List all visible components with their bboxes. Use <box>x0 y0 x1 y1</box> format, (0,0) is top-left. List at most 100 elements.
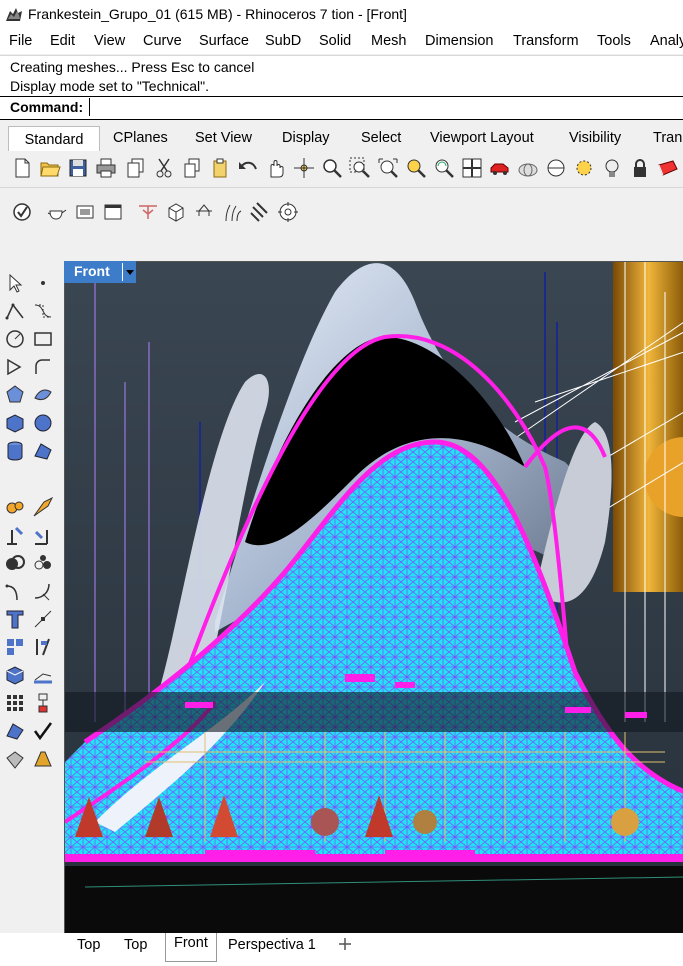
menu-dimension[interactable]: Dimension <box>425 33 494 49</box>
cylinder-icon[interactable] <box>2 438 28 464</box>
pan-hand-icon[interactable] <box>264 156 288 180</box>
light-icon[interactable] <box>30 746 56 772</box>
tab-visibility[interactable]: Visibility <box>569 130 621 146</box>
check-icon[interactable] <box>10 200 34 224</box>
polyline-icon[interactable] <box>2 298 28 324</box>
tab-select[interactable]: Select <box>361 130 401 146</box>
explode-icon[interactable] <box>30 522 56 548</box>
command-history: Creating meshes... Press Esc to cancel D… <box>0 55 683 98</box>
tab-display[interactable]: Display <box>282 130 330 146</box>
tab-transform[interactable]: Tran <box>653 130 682 146</box>
viewport-render <box>65 262 683 934</box>
menu-edit[interactable]: Edit <box>50 33 75 49</box>
render-window-icon[interactable] <box>73 200 97 224</box>
material-icon[interactable] <box>656 156 680 180</box>
viewport-front[interactable] <box>64 261 683 934</box>
new-file-icon[interactable] <box>10 156 34 180</box>
paste-icon[interactable] <box>208 156 232 180</box>
circle-icon[interactable] <box>2 326 28 352</box>
menu-file[interactable]: File <box>9 33 32 49</box>
car-icon[interactable] <box>488 156 512 180</box>
lock-icon[interactable] <box>628 156 652 180</box>
cylinder-slice-icon[interactable] <box>248 200 272 224</box>
tab-front[interactable]: Front <box>165 933 217 962</box>
surface-icon[interactable] <box>30 382 56 408</box>
menu-mesh[interactable]: Mesh <box>371 33 406 49</box>
fillet-icon[interactable] <box>2 382 28 408</box>
tab-cplanes[interactable]: CPlanes <box>113 130 168 146</box>
tab-standard[interactable]: Standard <box>8 126 100 152</box>
target-gizmo-icon[interactable] <box>276 200 300 224</box>
open-file-icon[interactable] <box>38 156 62 180</box>
block-icon[interactable] <box>2 662 28 688</box>
rotate-camera-icon[interactable] <box>432 156 456 180</box>
grass-icon[interactable] <box>220 200 244 224</box>
four-viewports-icon[interactable] <box>460 156 484 180</box>
shaded-sphere-icon[interactable] <box>544 156 568 180</box>
zoom-selected-icon[interactable] <box>404 156 428 180</box>
curve-point-icon[interactable] <box>30 606 56 632</box>
menu-tools[interactable]: Tools <box>597 33 631 49</box>
split-icon[interactable] <box>30 550 56 576</box>
scale-icon[interactable] <box>30 690 56 716</box>
menu-curve[interactable]: Curve <box>143 33 182 49</box>
menu-transform[interactable]: Transform <box>513 33 579 49</box>
grid-array-icon[interactable] <box>2 690 28 716</box>
surface-analysis-icon[interactable] <box>136 200 160 224</box>
menu-analyze[interactable]: Analy <box>650 33 683 49</box>
ungroup-icon[interactable] <box>30 578 56 604</box>
zoom-icon[interactable] <box>320 156 344 180</box>
zoom-window-icon[interactable] <box>348 156 372 180</box>
curve-icon[interactable] <box>30 298 56 324</box>
box-plugin-icon[interactable] <box>164 200 188 224</box>
mesh-icon[interactable] <box>2 746 28 772</box>
gear-icon[interactable] <box>2 522 28 548</box>
menu-solid[interactable]: Solid <box>319 33 351 49</box>
chevron-down-icon[interactable] <box>122 263 137 281</box>
extrude-icon[interactable] <box>2 494 28 520</box>
checkmark-icon[interactable] <box>30 718 56 744</box>
viewport-title[interactable]: Front <box>64 261 136 283</box>
save-icon[interactable] <box>66 156 90 180</box>
layer-icon[interactable] <box>2 718 28 744</box>
rectangle-icon[interactable] <box>30 326 56 352</box>
viewport-window-icon[interactable] <box>101 200 125 224</box>
cage-icon[interactable] <box>30 662 56 688</box>
menu-view[interactable]: View <box>94 33 125 49</box>
sphere-blue-icon[interactable] <box>30 438 56 464</box>
rendered-sphere-icon[interactable] <box>572 156 596 180</box>
tab-perspectiva-1[interactable]: Perspectiva 1 <box>228 937 316 953</box>
polygon-icon[interactable] <box>2 354 28 380</box>
dimension-icon[interactable] <box>30 634 56 660</box>
plus-icon[interactable] <box>338 937 352 955</box>
blend-icon[interactable] <box>30 494 56 520</box>
command-input[interactable] <box>89 98 683 116</box>
drone-icon[interactable] <box>192 200 216 224</box>
undo-icon[interactable] <box>236 156 260 180</box>
box-icon[interactable] <box>2 410 28 436</box>
boolean-icon[interactable] <box>2 550 28 576</box>
menu-surface[interactable]: Surface <box>199 33 249 49</box>
teapot-icon[interactable] <box>45 200 69 224</box>
light-bulb-icon[interactable] <box>600 156 624 180</box>
edit-points-icon[interactable] <box>2 634 28 660</box>
history-line: Display mode set to "Technical". <box>10 78 210 94</box>
select-arrow-icon[interactable] <box>2 270 28 296</box>
text-icon[interactable] <box>2 606 28 632</box>
tab-top[interactable]: Top <box>77 937 100 953</box>
zoom-extents-icon[interactable] <box>376 156 400 180</box>
point-icon[interactable] <box>30 270 56 296</box>
tab-viewport-layout[interactable]: Viewport Layout <box>430 130 534 146</box>
menu-subd[interactable]: SubD <box>265 33 301 49</box>
tab-set-view[interactable]: Set View <box>195 130 252 146</box>
group-icon[interactable] <box>2 578 28 604</box>
cut-icon[interactable] <box>152 156 176 180</box>
copy-clipboard-icon[interactable] <box>180 156 204 180</box>
arc-icon[interactable] <box>30 354 56 380</box>
sphere-icon[interactable] <box>30 410 56 436</box>
rotate-view-icon[interactable] <box>292 156 316 180</box>
copy-icon[interactable] <box>124 156 148 180</box>
print-icon[interactable] <box>94 156 118 180</box>
tab-top-2[interactable]: Top <box>124 937 147 953</box>
wireframe-sphere-icon[interactable] <box>516 156 540 180</box>
